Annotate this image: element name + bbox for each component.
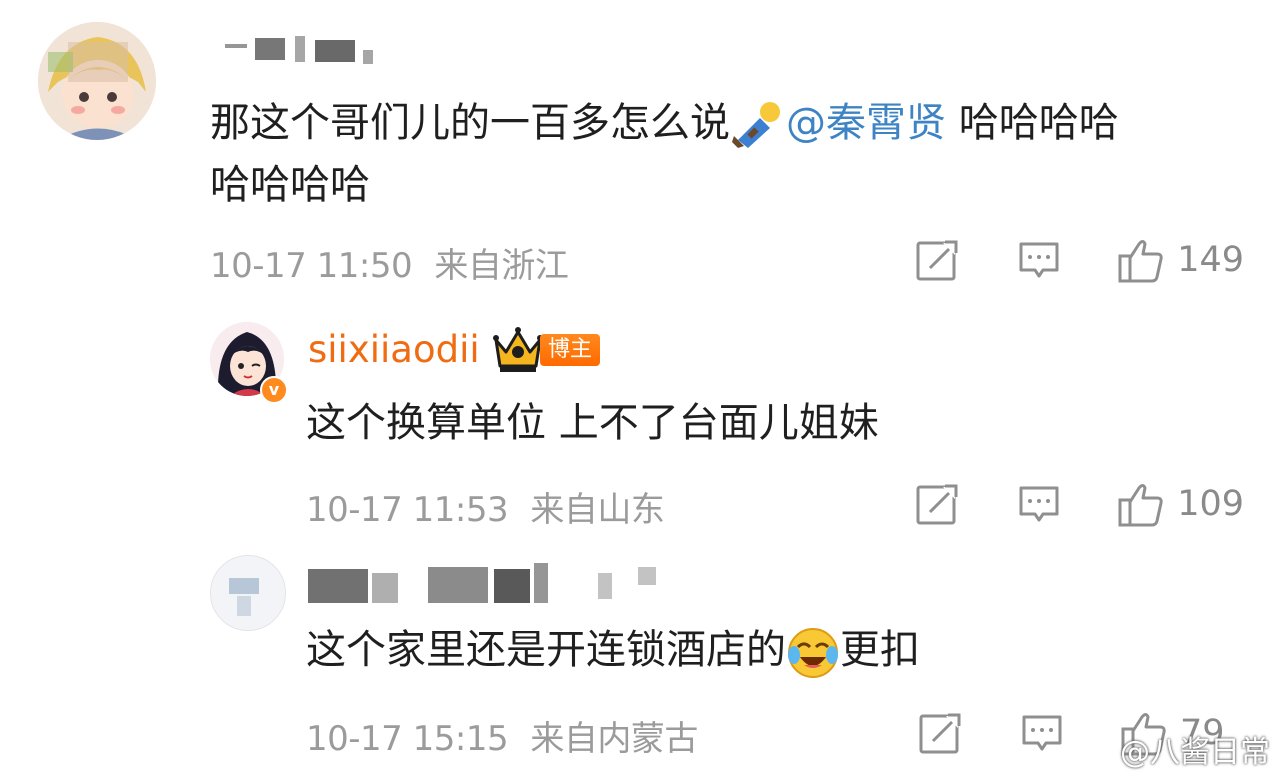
username-blurred[interactable] [225, 36, 375, 66]
user-avatar[interactable] [38, 22, 156, 140]
like-count: 109 [1177, 484, 1244, 524]
comment-1: 那这个哥们儿的一百多怎么说 @秦霄贤 哈哈哈哈 哈哈哈哈 10-17 11:50… [0, 0, 1284, 300]
laugh-cry-emoji-icon [786, 625, 840, 679]
crown-icon [492, 326, 544, 374]
forward-button[interactable] [918, 711, 962, 755]
like-count: 149 [1177, 240, 1244, 280]
avatar-illustration [38, 22, 156, 140]
forward-icon [916, 240, 958, 281]
comment-text-line2: 哈哈哈哈 [210, 162, 370, 208]
reply-icon [1019, 486, 1059, 522]
forward-button[interactable] [915, 482, 959, 526]
comment-meta: 10-17 15:15 来自内蒙古 [306, 711, 698, 760]
comment-location: 来自内蒙古 [530, 719, 698, 759]
like-button[interactable]: 109 [1117, 480, 1244, 528]
forward-icon [919, 713, 961, 754]
comment-actions: 149 [915, 236, 1244, 284]
reply-icon [1019, 242, 1059, 278]
comment-location: 来自山东 [530, 490, 665, 530]
comment-text-tail: 更扣 [840, 627, 920, 673]
watermark: @八酱日常 [1120, 735, 1270, 770]
comment-meta: 10-17 11:50 来自浙江 [210, 238, 569, 287]
comment-text: 这个换算单位 上不了台面儿姐妹 [306, 400, 879, 446]
comment-time: 10-17 11:50 [210, 246, 413, 286]
comment-time: 10-17 11:53 [306, 490, 509, 530]
comment-time: 10-17 15:15 [306, 719, 509, 759]
comment-content: 这个换算单位 上不了台面儿姐妹 [306, 392, 879, 454]
username[interactable]: siixiiaodii [308, 328, 480, 371]
comment-2: v siixiiaodii 博主 这个换算单位 上不了台面儿姐妹 10-17 1… [0, 300, 1284, 545]
comment-text: 这个家里还是开连锁酒店的 [306, 627, 786, 673]
verified-badge-icon: v [260, 376, 288, 404]
user-avatar[interactable] [210, 555, 286, 631]
mention-link[interactable]: @秦霄贤 [786, 100, 946, 146]
forward-icon [916, 484, 958, 525]
reply-icon [1022, 715, 1062, 751]
comment-text-tail: 哈哈哈哈 [946, 100, 1119, 146]
comment-actions: 109 [915, 480, 1244, 528]
pin-emoji-icon [730, 100, 786, 150]
reply-button[interactable] [1017, 482, 1061, 526]
forward-button[interactable] [915, 238, 959, 282]
username-blurred[interactable] [308, 563, 668, 607]
reply-button[interactable] [1020, 711, 1064, 755]
comment-3: 这个家里还是开连锁酒店的 更扣 10-17 15:15 来自内蒙古 79 [0, 545, 1284, 779]
avatar-illustration [211, 556, 285, 630]
comment-content: 这个家里还是开连锁酒店的 更扣 [306, 619, 920, 681]
like-button[interactable]: 149 [1117, 236, 1244, 284]
like-icon [1118, 240, 1163, 283]
reply-button[interactable] [1017, 238, 1061, 282]
comment-location: 来自浙江 [434, 246, 569, 286]
comment-meta: 10-17 11:53 来自山东 [306, 482, 665, 531]
comment-content: 那这个哥们儿的一百多怎么说 @秦霄贤 哈哈哈哈 哈哈哈哈 [210, 92, 1119, 216]
blogger-badge: 博主 [540, 334, 601, 366]
comment-text: 那这个哥们儿的一百多怎么说 [210, 100, 730, 146]
like-icon [1118, 484, 1163, 527]
